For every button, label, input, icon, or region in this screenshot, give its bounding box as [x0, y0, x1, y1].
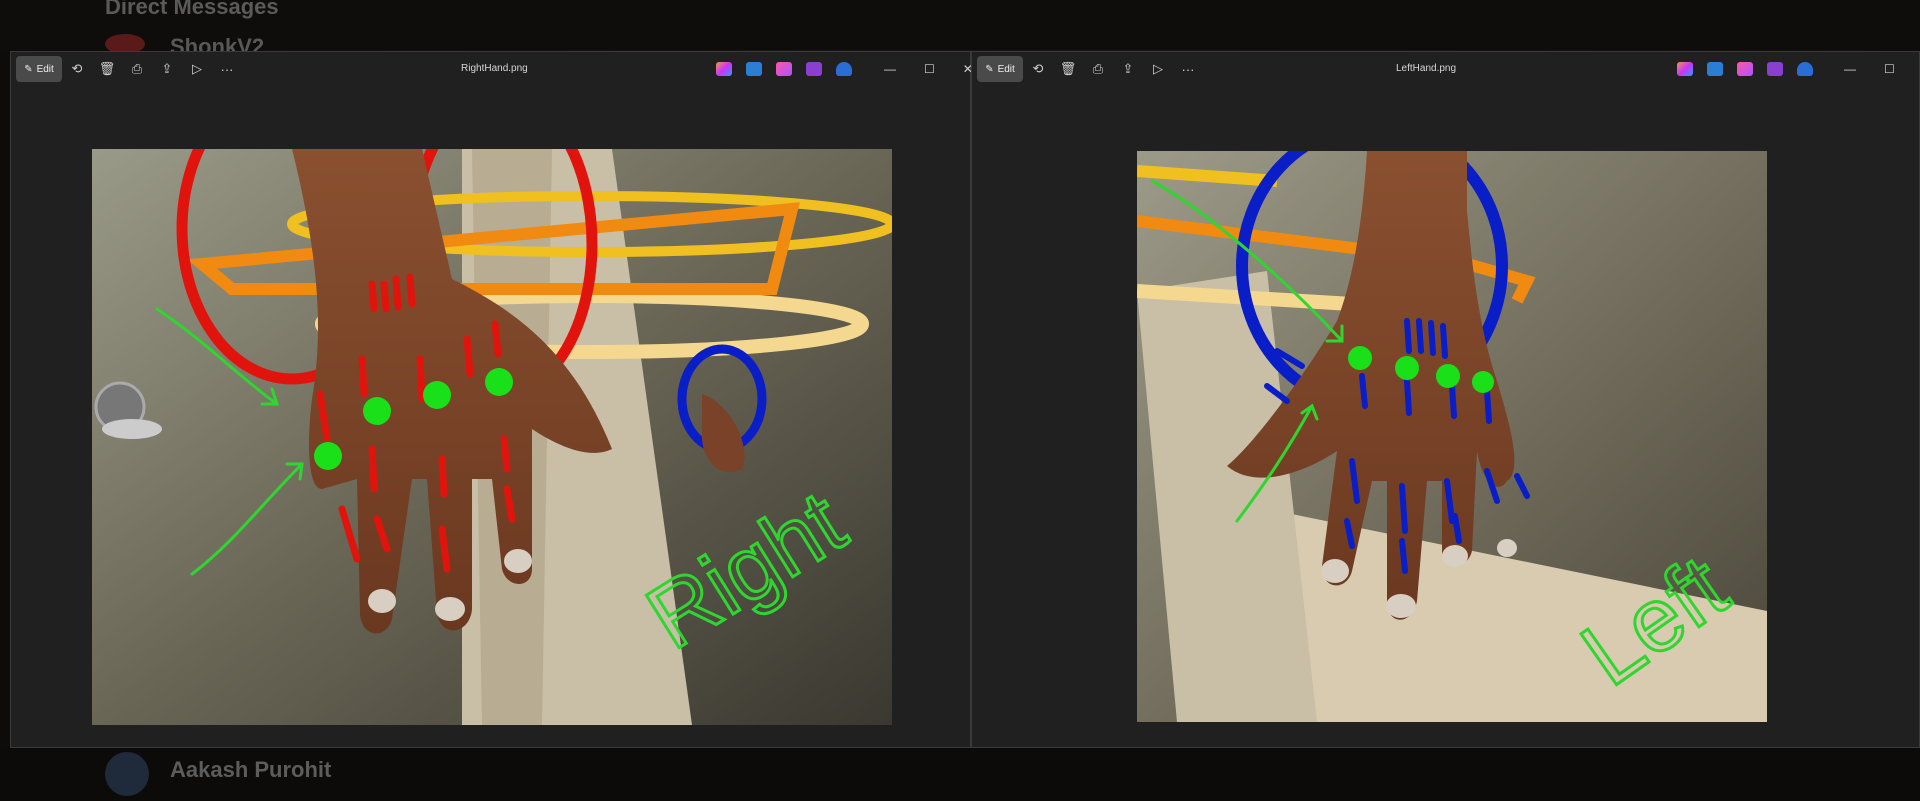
slideshow-icon[interactable]: ▷	[1143, 56, 1173, 82]
righthand-image: Right	[92, 149, 892, 725]
print-icon[interactable]: ⎙	[1083, 56, 1113, 82]
onedrive-icon[interactable]	[836, 62, 852, 76]
app-shortcuts	[1677, 52, 1813, 86]
copilot-icon[interactable]	[1677, 62, 1693, 76]
bottom-user-avatar	[105, 752, 149, 796]
share-icon[interactable]: ⇪	[152, 56, 182, 82]
edit-button[interactable]: ✎ Edit	[16, 56, 62, 82]
more-icon[interactable]: ···	[212, 56, 242, 82]
window-controls: — ☐ ✕	[1844, 52, 1920, 86]
edit-icon: ✎	[24, 63, 33, 75]
joint-marker	[1395, 356, 1419, 380]
minimize-icon[interactable]: —	[1844, 62, 1856, 76]
joint-marker	[1436, 364, 1460, 388]
joint-marker	[1472, 371, 1494, 393]
joint-marker	[423, 381, 451, 409]
copilot-icon[interactable]	[716, 62, 732, 76]
photo-viewer-righthand: ✎ Edit ⟲ 🗑 ⎙ ⇪ ▷ ··· RightHand.png — ☐ ✕	[10, 51, 973, 748]
editor-icon[interactable]	[1707, 62, 1723, 76]
photo-canvas-righthand: Right	[92, 149, 892, 725]
designer-icon[interactable]	[776, 62, 792, 76]
dm-heading: Direct Messages	[105, 0, 279, 19]
minimize-icon[interactable]: —	[884, 62, 896, 76]
clipchamp-icon[interactable]	[1767, 62, 1783, 76]
photo-viewer-lefthand: ✎ Edit ⟲ 🗑 ⎙ ⇪ ▷ ··· LeftHand.png — ☐ ✕	[971, 51, 1920, 748]
joint-marker	[485, 368, 513, 396]
slideshow-icon[interactable]: ▷	[182, 56, 212, 82]
clipchamp-icon[interactable]	[806, 62, 822, 76]
bottom-user-name[interactable]: Aakash Purohit	[170, 757, 331, 783]
photo-canvas-lefthand: Left	[1137, 151, 1767, 722]
delete-icon[interactable]: 🗑	[92, 56, 122, 82]
maximize-icon[interactable]: ☐	[1884, 62, 1895, 76]
lefthand-image: Left	[1137, 151, 1767, 722]
app-shortcuts	[716, 52, 852, 86]
joint-marker	[314, 442, 342, 470]
maximize-icon[interactable]: ☐	[924, 62, 935, 76]
edit-label: Edit	[36, 63, 54, 75]
onedrive-icon[interactable]	[1797, 62, 1813, 76]
more-icon[interactable]: ···	[1173, 56, 1203, 82]
editor-icon[interactable]	[746, 62, 762, 76]
edit-button[interactable]: ✎ Edit	[977, 56, 1023, 82]
window-controls: — ☐ ✕	[884, 52, 973, 86]
edit-label: Edit	[997, 63, 1015, 75]
edit-icon: ✎	[985, 63, 994, 75]
share-icon[interactable]: ⇪	[1113, 56, 1143, 82]
rotate-icon[interactable]: ⟲	[62, 56, 92, 82]
delete-icon[interactable]: 🗑	[1053, 56, 1083, 82]
file-title: RightHand.png	[461, 63, 528, 74]
rotate-icon[interactable]: ⟲	[1023, 56, 1053, 82]
file-title: LeftHand.png	[1396, 63, 1457, 74]
print-icon[interactable]: ⎙	[122, 56, 152, 82]
joint-marker	[1348, 346, 1372, 370]
background-top-strip	[0, 0, 1920, 50]
joint-marker	[363, 397, 391, 425]
designer-icon[interactable]	[1737, 62, 1753, 76]
